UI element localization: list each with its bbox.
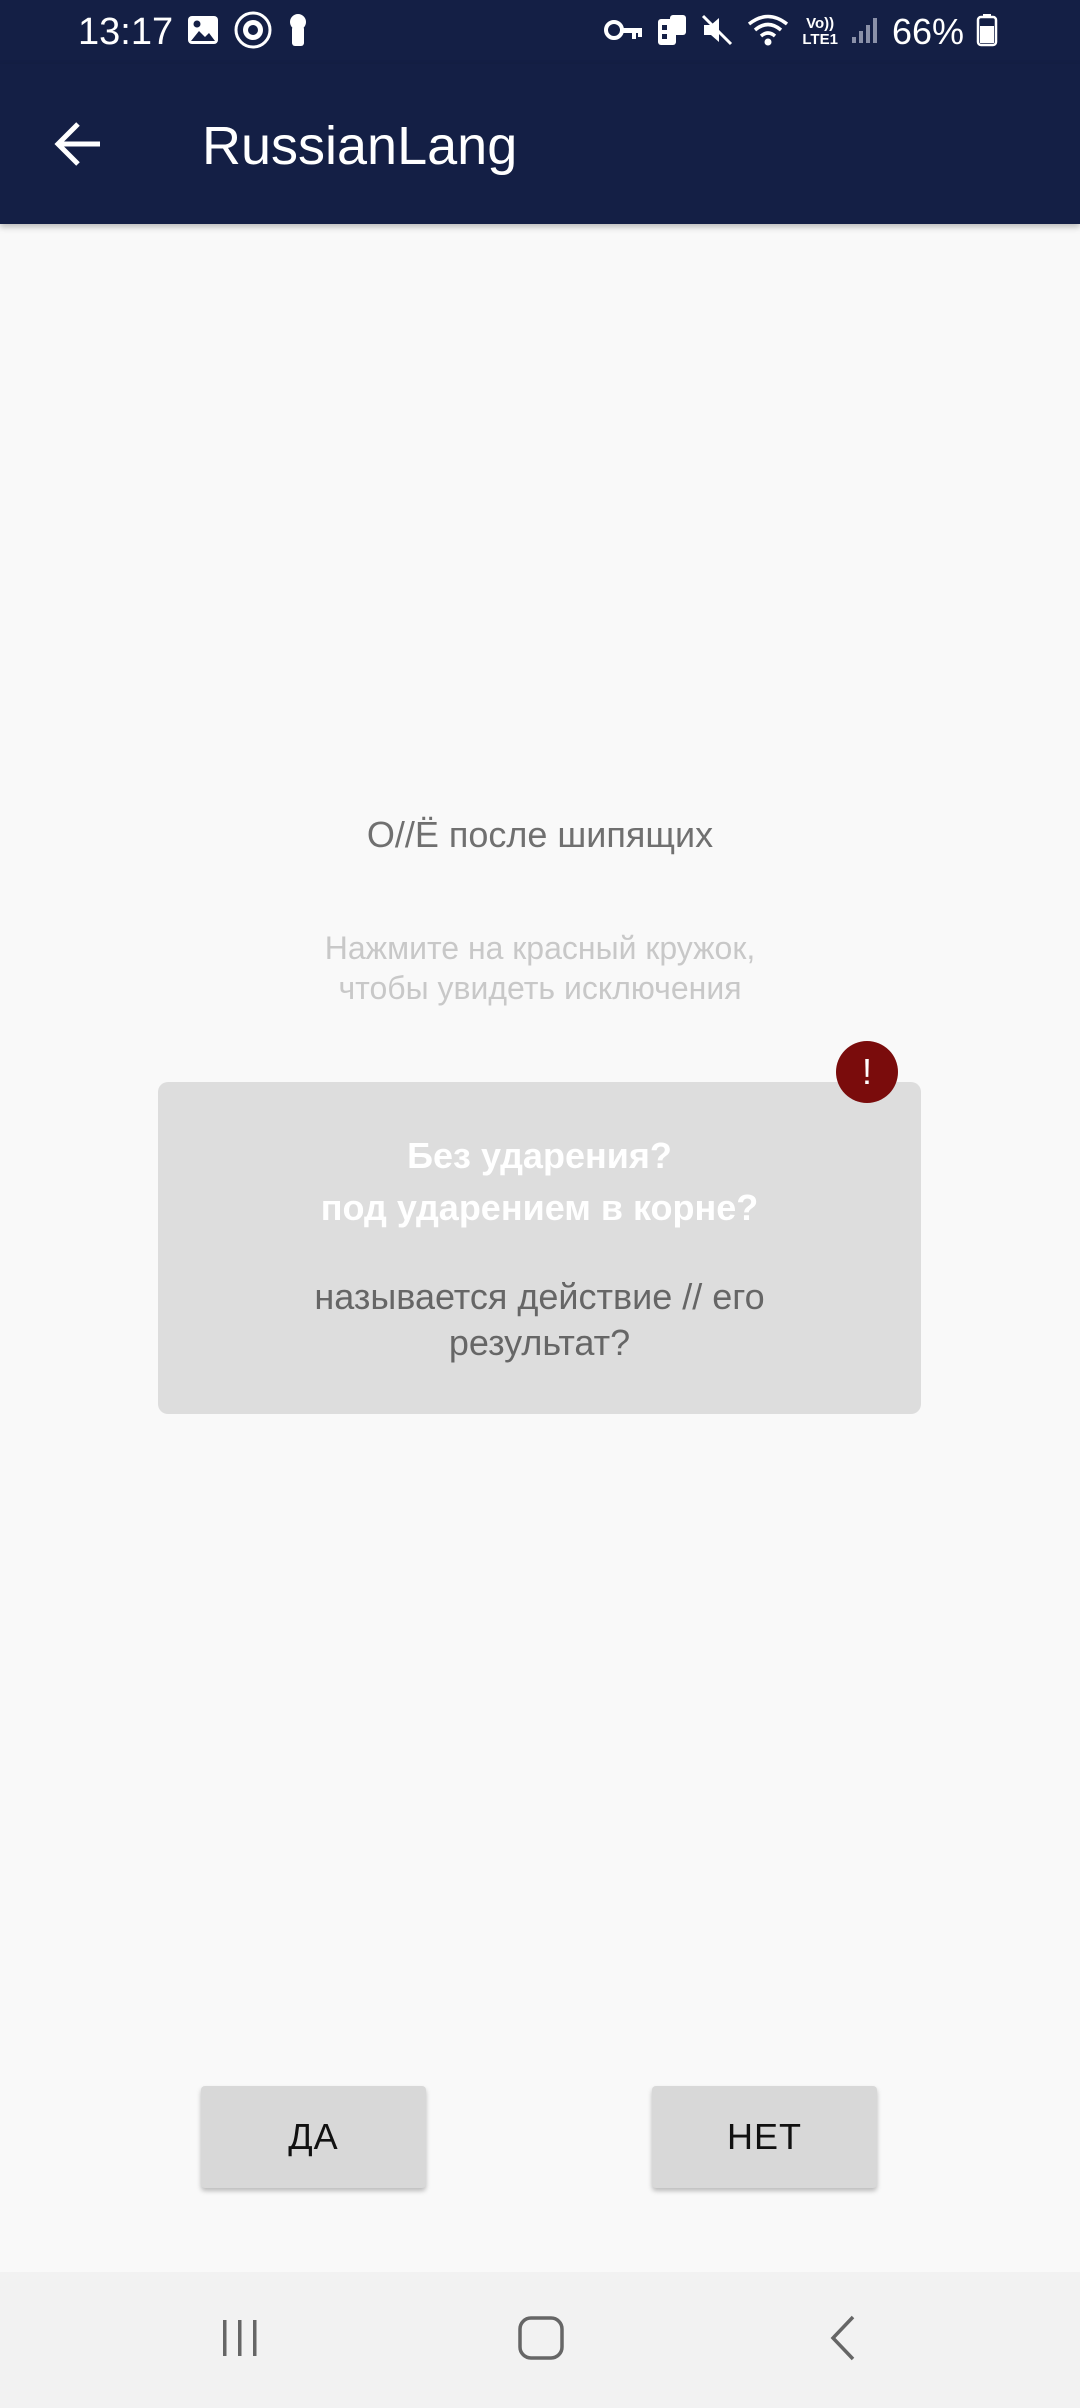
status-left-icons — [186, 11, 310, 54]
data-saver-icon — [656, 13, 688, 52]
hint-text: Нажмите на красный кружок, чтобы увидеть… — [240, 928, 840, 1008]
hint-line-2: чтобы увидеть исключения — [338, 970, 742, 1006]
keyhole-icon — [286, 12, 310, 53]
status-right-icons: Vo)) LTE1 66% — [604, 10, 998, 54]
browser-icon — [234, 11, 272, 54]
image-icon — [186, 13, 220, 52]
screen: 13:17 Vo)) LTE1 66% RussianLang О//Ё пос… — [0, 0, 1080, 2408]
signal-icon — [850, 15, 880, 50]
recents-button[interactable] — [195, 2300, 285, 2380]
battery-icon — [976, 13, 998, 52]
vpn-key-icon — [604, 17, 644, 48]
battery-percent: 66% — [891, 11, 964, 52]
navigation-bar — [0, 2272, 1080, 2408]
app-title: RussianLang — [202, 116, 518, 176]
topic-title: О//Ё после шипящих — [366, 814, 714, 855]
volte-icon: Vo)) LTE1 — [802, 16, 838, 48]
question-line-1: Без ударения? — [407, 1135, 672, 1176]
question-line-2: под ударением в корне? — [320, 1187, 759, 1228]
yes-button[interactable]: ДА — [201, 2086, 426, 2188]
status-bar: 13:17 Vo)) LTE1 66% — [0, 0, 1080, 64]
exceptions-badge[interactable]: ! — [836, 1041, 898, 1103]
arrow-left-icon — [52, 118, 104, 175]
question-card: Без ударения? под ударением в корне? наз… — [158, 1082, 921, 1414]
no-button[interactable]: НЕТ — [652, 2086, 877, 2188]
home-button[interactable] — [496, 2300, 586, 2380]
back-icon — [820, 2313, 870, 2368]
hint-line-1: Нажмите на красный кружок, — [324, 930, 756, 966]
mute-icon — [700, 13, 734, 52]
app-bar: RussianLang — [0, 64, 1080, 224]
status-time: 13:17 — [78, 11, 174, 53]
wifi-icon — [746, 13, 790, 52]
home-icon — [516, 2313, 566, 2368]
nav-back-button[interactable] — [800, 2300, 890, 2380]
recents-icon — [215, 2313, 265, 2368]
back-button[interactable] — [38, 106, 118, 186]
volte-label-top: Vo)) — [806, 15, 835, 32]
question-line-3: называется действие // его результат? — [314, 1276, 765, 1363]
volte-label-bottom: LTE1 — [802, 31, 838, 48]
